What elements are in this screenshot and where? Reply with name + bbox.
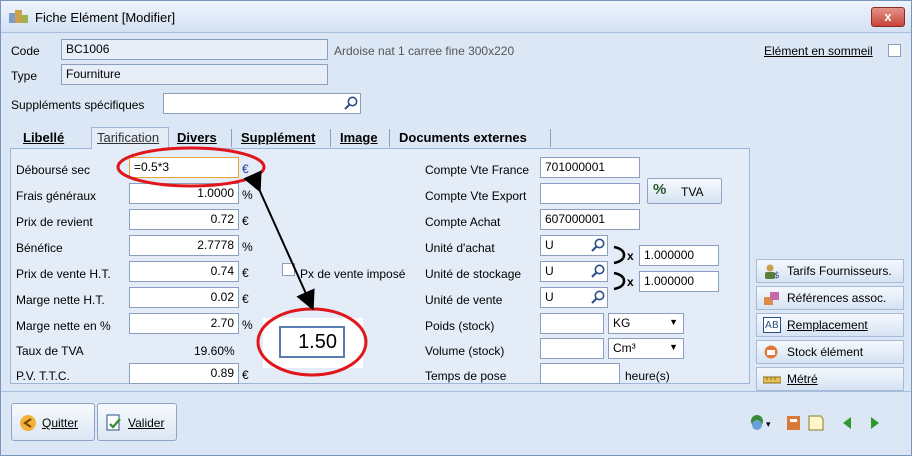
side-button-label: Remplacement — [787, 318, 868, 332]
mult-sign: x — [627, 249, 634, 263]
percent-icon: % — [653, 181, 667, 198]
footer-divider — [1, 391, 911, 392]
footer-toolbar: ▾ — [751, 415, 879, 431]
tarifs-fournisseurs-button[interactable]: $ Tarifs Fournisseurs. — [756, 259, 904, 283]
pose-label: Temps de pose — [425, 369, 507, 383]
quit-button-label: Quitter — [42, 416, 79, 430]
unite-stock-label: Unité de stockage — [425, 267, 522, 281]
search-icon[interactable] — [590, 289, 606, 305]
coef-achat-input[interactable]: 1.000000 — [639, 245, 719, 266]
vte-france-input[interactable]: 701000001 — [540, 157, 640, 178]
side-button-label: Tarifs Fournisseurs. — [787, 264, 892, 278]
search-icon[interactable] — [590, 237, 606, 253]
replace-icon: AB — [763, 317, 781, 333]
poids-input[interactable] — [540, 313, 604, 334]
exit-arrow-icon — [20, 415, 36, 431]
search-icon[interactable] — [590, 263, 606, 279]
next-arrow-icon — [871, 417, 879, 429]
chevron-down-icon: ▼ — [669, 317, 678, 327]
annotation-arrow — [243, 170, 315, 311]
annotation-ellipse-input — [116, 146, 266, 188]
coef-stock-input[interactable]: 1.000000 — [639, 271, 719, 292]
tva-button-label: TVA — [681, 185, 704, 199]
unite-vente-label: Unité de vente — [425, 293, 503, 307]
stock-icon — [764, 345, 778, 359]
svg-text:▾: ▾ — [766, 420, 771, 430]
svg-text:$: $ — [774, 271, 780, 279]
validate-doc-icon — [106, 414, 121, 431]
remplacement-button[interactable]: AB Remplacement — [756, 313, 904, 337]
side-button-label: Références assoc. — [787, 291, 887, 305]
side-button-label: Stock élément — [787, 345, 864, 359]
quit-button[interactable]: Quitter — [11, 403, 95, 441]
document-icon — [808, 415, 824, 431]
ruler-icon — [763, 376, 781, 384]
volume-label: Volume (stock) — [425, 344, 505, 358]
achat-input[interactable]: 607000001 — [540, 209, 640, 230]
svg-text:AB: AB — [765, 320, 779, 331]
validate-button-label: Valider — [128, 416, 165, 430]
achat-label: Compte Achat — [425, 215, 501, 229]
vte-export-label: Compte Vte Export — [425, 189, 527, 203]
window: Fiche Elément [Modifier] x Code BC1006 A… — [0, 0, 912, 456]
user-price-icon: $ — [765, 264, 780, 279]
unite-achat-label: Unité d'achat — [425, 241, 495, 255]
vte-export-input[interactable] — [540, 183, 640, 204]
volume-input[interactable] — [540, 338, 604, 359]
annotation-ellipse-result — [256, 307, 368, 377]
poids-unit-select[interactable]: KG ▼ — [608, 313, 684, 334]
pose-input[interactable] — [540, 363, 620, 384]
poids-label: Poids (stock) — [425, 319, 495, 333]
chevron-down-icon: ▼ — [669, 342, 678, 352]
user-menu-icon: ▾ — [751, 415, 771, 430]
calculator-icon — [787, 416, 800, 430]
stock-element-button[interactable]: Stock élément — [756, 340, 904, 364]
side-button-label: Métré — [787, 372, 818, 386]
previous-arrow-icon — [843, 417, 851, 429]
pose-unit: heure(s) — [625, 369, 670, 383]
mult-sign: x — [627, 275, 634, 289]
volume-unit-select[interactable]: Cm³ ▼ — [608, 338, 684, 359]
tva-button[interactable]: % TVA — [647, 178, 722, 204]
metre-button[interactable]: Métré — [756, 367, 904, 391]
validate-button[interactable]: Valider — [97, 403, 177, 441]
vte-france-label: Compte Vte France — [425, 163, 530, 177]
references-assoc-button[interactable]: Références assoc. — [756, 286, 904, 310]
boxes-icon — [764, 292, 779, 305]
